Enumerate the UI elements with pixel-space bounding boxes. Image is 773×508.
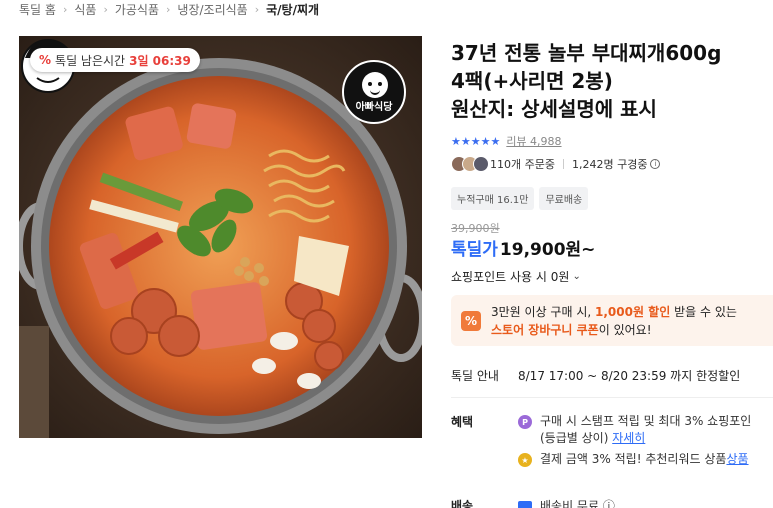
deal-price: 톡딜가 19,900원~ [451, 235, 595, 260]
coupon-line-2: 스토어 장바구니 쿠폰이 있어요! [491, 321, 737, 339]
avatar [473, 156, 489, 172]
shipping-section: 배송 배송비 무료 ⓘ [451, 497, 615, 508]
chevron-down-icon: ⌄ [572, 271, 581, 282]
coupon-percent-icon: % [461, 310, 481, 331]
shopping-points-toggle[interactable]: 쇼핑포인트 사용 시 0원 ⌄ [451, 268, 581, 285]
breadcrumb-item-food[interactable]: 식품 [74, 1, 96, 18]
rating: ★★★★★ 리뷰 4,988 [451, 133, 562, 149]
product-title: 37년 전통 놀부 부대찌개600g 4팩(+사리면 2봉) 원산지: 상세설명… [451, 39, 773, 123]
breadcrumb-item-home[interactable]: 톡딜 홈 [19, 1, 56, 18]
section-divider [451, 397, 773, 398]
shipping-value: 배송비 무료 ⓘ [518, 497, 615, 508]
original-price: 39,900원 [451, 222, 500, 235]
coupon-line-2-post: 이 있어요! [598, 322, 652, 337]
shipping-value-text: 배송비 무료 ⓘ [540, 499, 615, 508]
coupon-banner[interactable]: % 3만원 이상 구매 시, 1,000원 할인 받을 수 있는 스토어 장바구… [451, 295, 773, 346]
benefit-points-line-2: (등급별 상이) 자세히 [540, 430, 751, 447]
tag-cumulative-purchases: 누적구매 16.1만 [451, 187, 535, 210]
social-proof: 110개 주문중 1,242명 구경중 i [451, 156, 661, 172]
shipping-label: 배송 [451, 499, 474, 508]
deal-price-label: 톡딜가 [451, 240, 498, 260]
breadcrumb-item-chilled[interactable]: 냉장/조리식품 [177, 1, 247, 18]
breadcrumb-item-current[interactable]: 국/탕/찌개 [266, 1, 319, 18]
deal-price-value: 19,900원~ [499, 240, 596, 260]
benefit-rewards-text: 결제 금액 3% 적립! 추천리워드 상품 [540, 452, 727, 466]
viewers-count: 1,242명 구경중 [571, 158, 648, 171]
chevron-right-icon: › [103, 3, 108, 16]
points-label: 쇼핑포인트 사용 시 0원 [451, 270, 570, 284]
benefit-points-line-2-pre: (등급별 상이) [540, 431, 613, 445]
reward-coin-icon: ★ [518, 453, 532, 467]
coupon-line-1: 3만원 이상 구매 시, 1,000원 할인 받을 수 있는 [491, 303, 737, 321]
breadcrumb-item-processed[interactable]: 가공식품 [115, 1, 159, 18]
benefit-row-points: P 구매 시 스탬프 적립 및 최대 3% 쇼핑포인 (등급별 상이) 자세히 [518, 413, 751, 447]
coupon-line-1-pre: 3만원 이상 구매 시, [491, 304, 595, 319]
discount-percent-icon: % [39, 53, 52, 67]
rating-stars: ★★★★★ [451, 134, 501, 148]
brand-logo-text: 아빠식당 [355, 102, 393, 113]
benefit-label: 혜택 [451, 415, 474, 429]
benefit-points-line-1: 구매 시 스탬프 적립 및 최대 3% 쇼핑포인 [540, 414, 752, 428]
product-tags: 누적구매 16.1만 무료배송 [451, 187, 589, 210]
deal-timer-badge: % 톡딜 남은시간 3일 06:39 [30, 48, 200, 72]
product-image[interactable]: % 톡딜 남은시간 3일 06:39 아빠식당 [19, 36, 422, 438]
truck-icon [518, 500, 532, 508]
info-icon[interactable]: i [650, 159, 661, 169]
title-line-2: 4팩(+사리면 2봉) [451, 69, 613, 93]
title-line-1: 37년 전통 놀부 부대찌개600g [451, 41, 722, 65]
benefit-row-points-text: 구매 시 스탬프 적립 및 최대 3% 쇼핑포인 (등급별 상이) 자세히 [540, 413, 751, 447]
timer-label: 톡딜 남은시간 [55, 53, 126, 68]
orders-count: 110개 주문중 [490, 158, 555, 171]
chevron-right-icon: › [62, 3, 68, 16]
chevron-right-icon: › [254, 3, 260, 16]
title-line-3: 원산지: 상세설명에 표시 [451, 97, 657, 121]
chevron-right-icon: › [166, 3, 171, 16]
deal-info-label: 톡딜 안내 [451, 369, 499, 383]
reviews-link[interactable]: 리뷰 4,988 [506, 133, 561, 149]
deal-info-value: 8/17 17:00 ~ 8/20 23:59 까지 한정할인 [518, 369, 741, 383]
chef-face-icon [362, 72, 388, 98]
coupon-line-1-post: 받을 수 있는 [670, 304, 737, 319]
store-cart-coupon-link[interactable]: 스토어 장바구니 쿠폰 [491, 323, 599, 337]
breadcrumb: 톡딜 홈 › 식품 › 가공식품 › 냉장/조리식품 › 국/탕/찌개 [19, 1, 319, 18]
timer-value: 3일 06:39 [129, 53, 191, 68]
deal-info: 톡딜 안내 8/17 17:00 ~ 8/20 23:59 까지 한정할인 [451, 367, 740, 384]
tag-free-shipping: 무료배송 [539, 187, 589, 210]
benefit-row-rewards: ★ 결제 금액 3% 적립! 추천리워드 상품 상품 [518, 451, 749, 468]
divider [562, 159, 564, 169]
details-link[interactable]: 자세히 [612, 431, 645, 445]
buyer-avatars [451, 156, 489, 172]
rewards-product-link[interactable]: 상품 [726, 451, 748, 468]
coupon-text: 3만원 이상 구매 시, 1,000원 할인 받을 수 있는 스토어 장바구니 … [491, 303, 737, 339]
point-coin-icon: P [518, 415, 532, 429]
brand-logo: 아빠식당 [342, 60, 406, 124]
coupon-discount-amount: 1,000원 할인 [595, 304, 671, 319]
